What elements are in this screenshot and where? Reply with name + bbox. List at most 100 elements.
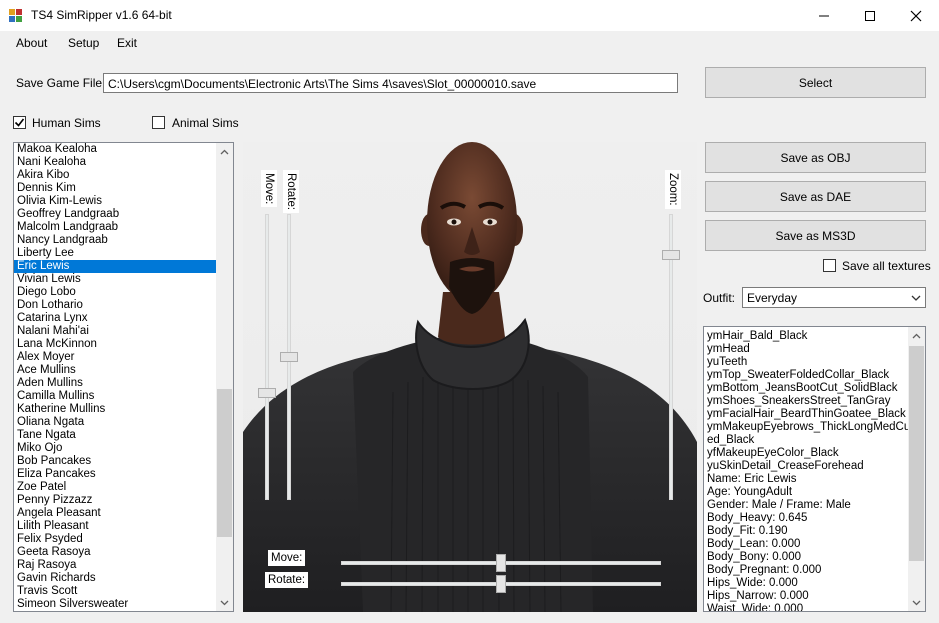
sim-list-item[interactable]: Vivian Lewis (14, 273, 216, 286)
info-line: ymHead (707, 343, 750, 355)
app-window: TS4 SimRipper v1.6 64-bit About Setup Ex… (0, 0, 939, 623)
info-list-scrollbar[interactable] (908, 327, 925, 611)
info-line: Body_Lean: 0.000 (707, 538, 801, 550)
sim-list[interactable]: Makoa Kealoha Nani Kealoha Akira Kibo Denni… (13, 142, 234, 612)
info-line: Body_Pregnant: 0.000 (707, 564, 822, 576)
sim-list-item[interactable]: Lilith Pleasant (14, 520, 216, 533)
sim-list-item[interactable]: Raj Rasoya (14, 559, 216, 572)
scroll-down-button[interactable] (216, 594, 233, 611)
info-scroll-down-button[interactable] (908, 594, 925, 611)
maximize-button[interactable] (847, 0, 893, 31)
chevron-down-icon (911, 295, 921, 301)
animal-sims-checkbox[interactable] (152, 116, 165, 129)
move-slider-thumb[interactable] (258, 387, 276, 398)
sim-info-list[interactable]: ymHair_Bald_Black ymHead yuTeeth ymTop_Swea… (703, 326, 926, 612)
sim-list-item[interactable]: Simeon Silversweater (14, 598, 216, 611)
save-dae-button[interactable]: Save as DAE (705, 181, 926, 212)
move-slider-label: Move: (261, 170, 277, 208)
info-line: ymShoes_SneakersStreet_TanGray (707, 395, 891, 407)
sim-list-item[interactable]: Eliza Pancakes (14, 468, 216, 481)
sim-list-item[interactable]: Makoa Kealoha (14, 143, 216, 156)
sim-list-item[interactable]: Nalani Mahi'ai (14, 325, 216, 338)
rotate-slider-label: Rotate: (283, 170, 299, 214)
sim-list-item[interactable]: Penny Pizzazz (14, 494, 216, 507)
sim-list-item[interactable]: Felix Psyded (14, 533, 216, 546)
maximize-icon (865, 10, 875, 21)
sim-list-item[interactable]: Geeta Rasoya (14, 546, 216, 559)
info-line: Gender: Male / Frame: Male (707, 499, 851, 511)
info-line: ymFacialHair_BeardThinGoatee_Black (707, 408, 906, 420)
info-line: Name: Eric Lewis (707, 473, 797, 485)
sim-list-item[interactable]: Nani Kealoha (14, 156, 216, 169)
sim-list-item[interactable]: Olivia Kim-Lewis (14, 195, 216, 208)
sim-list-item[interactable]: Alex Moyer (14, 351, 216, 364)
menu-about[interactable]: About (16, 36, 47, 50)
sim-list-item[interactable]: Tane Ngata (14, 429, 216, 442)
sim-list-item[interactable]: Nancy Landgraab (14, 234, 216, 247)
rotate-slider-thumb[interactable] (280, 352, 298, 362)
sim-list-scrollbar[interactable] (216, 143, 233, 611)
sim-list-item[interactable]: Lana McKinnon (14, 338, 216, 351)
scroll-up-button[interactable] (216, 143, 233, 160)
sim-list-item[interactable]: Aden Mullins (14, 377, 216, 390)
h-move-slider-label: Move: (268, 550, 306, 566)
sim-list-item[interactable]: Camilla Mullins (14, 390, 216, 403)
outfit-select[interactable]: Everyday (742, 287, 926, 308)
sim-info-lines: ymHair_Bald_Black ymHead yuTeeth ymTop_Swea… (704, 330, 908, 611)
save-file-label: Save Game File: (16, 76, 106, 90)
save-file-path-field[interactable]: C:\Users\cgm\Documents\Electronic Arts\T… (103, 73, 678, 93)
human-sims-checkbox[interactable] (13, 116, 26, 129)
close-icon (910, 10, 922, 21)
menu-exit[interactable]: Exit (117, 36, 137, 50)
chevron-up-icon (912, 333, 921, 338)
sim-list-item[interactable]: Katherine Mullins (14, 403, 216, 416)
scroll-thumb[interactable] (217, 389, 232, 537)
info-line: yuTeeth (707, 356, 748, 368)
sim-list-item[interactable]: Liberty Lee (14, 247, 216, 260)
zoom-slider-thumb[interactable] (662, 249, 680, 260)
save-all-textures-checkbox[interactable] (823, 259, 836, 272)
info-line: yuSkinDetail_CreaseForehead (707, 460, 864, 472)
info-line: Body_Fit: 0.190 (707, 525, 788, 537)
sim-list-item[interactable]: Malcolm Landgraab (14, 221, 216, 234)
sim-list-item[interactable]: Dennis Kim (14, 182, 216, 195)
outfit-label: Outfit: (703, 291, 736, 305)
sim-list-item[interactable]: Travis Scott (14, 585, 216, 598)
h-rotate-slider-thumb[interactable] (496, 575, 506, 593)
sim-list-item[interactable]: Oliana Ngata (14, 416, 216, 429)
info-line: yfMakeupEyeColor_Black (707, 447, 839, 459)
info-line: Hips_Narrow: 0.000 (707, 590, 809, 602)
save-obj-button[interactable]: Save as OBJ (705, 142, 926, 173)
sim-list-item[interactable]: Gavin Richards (14, 572, 216, 585)
sim-list-item[interactable]: Akira Kibo (14, 169, 216, 182)
sim-list-item[interactable]: Miko Ojo (14, 442, 216, 455)
select-button[interactable]: Select (705, 67, 926, 98)
sim-list-items: Makoa Kealoha Nani Kealoha Akira Kibo Denni… (14, 143, 216, 611)
move-slider-track[interactable] (265, 214, 269, 500)
close-button[interactable] (893, 0, 939, 31)
info-scroll-up-button[interactable] (908, 327, 925, 344)
window-title: TS4 SimRipper v1.6 64-bit (31, 8, 172, 22)
sim-list-item[interactable]: Geoffrey Landgraab (14, 208, 216, 221)
sim-list-item[interactable]: Catarina Lynx (14, 312, 216, 325)
sim-list-item[interactable]: Ace Mullins (14, 364, 216, 377)
minimize-button[interactable] (801, 0, 847, 31)
info-line: Body_Bony: 0.000 (707, 551, 801, 563)
h-move-slider-thumb[interactable] (496, 554, 506, 572)
info-line: ymBottom_JeansBootCut_SolidBlack (707, 382, 898, 394)
sim-list-item[interactable]: Diego Lobo (14, 286, 216, 299)
menu-setup[interactable]: Setup (68, 36, 99, 50)
save-ms3d-button[interactable]: Save as MS3D (705, 220, 926, 251)
sim-list-item[interactable]: Don Lothario (14, 299, 216, 312)
info-line: ymTop_SweaterFoldedCollar_Black (707, 369, 890, 381)
title-bar[interactable]: TS4 SimRipper v1.6 64-bit (0, 0, 939, 31)
sim-list-item[interactable]: Bob Pancakes (14, 455, 216, 468)
info-scroll-thumb[interactable] (909, 346, 924, 561)
sim-list-item[interactable]: Eric Lewis (14, 260, 216, 273)
zoom-slider-label: Zoom: (665, 170, 681, 209)
sim-list-item[interactable]: Zoe Patel (14, 481, 216, 494)
sim-list-item[interactable]: Angela Pleasant (14, 507, 216, 520)
model-viewport[interactable]: Move: Rotate: Zoom: Move: Rotate: (243, 142, 697, 612)
outfit-select-value: Everyday (747, 291, 798, 305)
info-line: ymHair_Bald_Black (707, 330, 808, 342)
